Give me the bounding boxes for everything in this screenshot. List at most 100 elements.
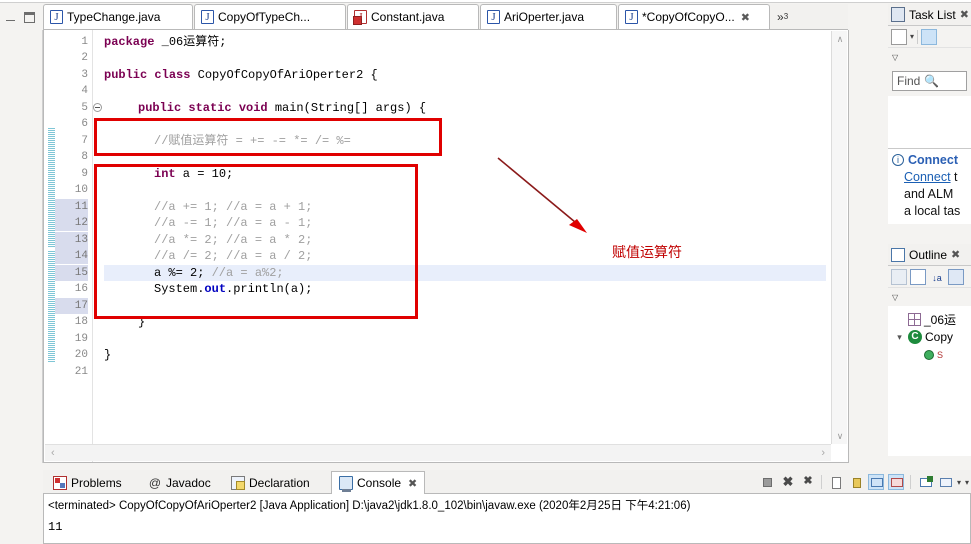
code-line-13: //a *= 2; //a = a * 2; [154, 232, 312, 248]
code-line-1: package _06运算符; [104, 34, 226, 50]
outline-panel: Outline ✖ ↓a ▽ _06运 ▾ C Copy S [888, 244, 971, 470]
outline-item-class[interactable]: ▾ C Copy [890, 328, 969, 346]
left-sidebar-strip [0, 30, 43, 463]
eclipse-window: TypeChange.java CopyOfTypeCh... Constant… [0, 0, 971, 544]
pin-console-icon[interactable] [917, 474, 933, 490]
new-task-icon[interactable] [891, 28, 907, 45]
task-list-toolbar: ▾ [888, 26, 971, 48]
code-folding-strip[interactable] [93, 30, 103, 462]
fold-collapse-icon[interactable] [93, 103, 102, 112]
editor-tab-label: Constant.java [371, 10, 445, 24]
chevron-down-icon[interactable]: ▾ [894, 332, 905, 343]
line-number: 17 [55, 298, 88, 314]
close-icon[interactable]: ✖ [960, 8, 969, 21]
console-icon [339, 476, 353, 492]
line-number: 2 [81, 52, 88, 64]
outline-toolbar: ↓a [888, 266, 971, 288]
remove-launch-icon[interactable]: ✖ [779, 474, 795, 490]
line-number: 14 [55, 248, 88, 264]
line-number: 10 [74, 184, 88, 196]
editor-tab-overflow-button[interactable]: » 3 [773, 4, 792, 29]
chevron-right-icon: » [777, 9, 784, 24]
editor-tab-copyofcopyofarioperter2[interactable]: *CopyOfCopyO... ✖ [618, 4, 770, 29]
outline-tree[interactable]: _06运 ▾ C Copy S [888, 306, 971, 456]
outline-item-method[interactable]: S [890, 346, 969, 364]
overflow-count: 3 [783, 12, 789, 21]
console-view: Problems @ Javadoc Declaration Console ✖… [43, 470, 971, 544]
clear-console-icon[interactable] [828, 474, 844, 490]
close-icon[interactable]: ✖ [408, 477, 417, 490]
connect-hint-line-2: and ALM [904, 187, 954, 201]
filter-icon[interactable] [948, 268, 964, 285]
close-icon[interactable]: ✖ [741, 11, 750, 24]
line-number: 15 [55, 265, 88, 281]
outline-item-package[interactable]: _06运 [890, 310, 969, 328]
console-output-area[interactable]: <terminated> CopyOfCopyOfAriOperter2 [Ja… [43, 494, 971, 544]
view-menu-icon[interactable]: ▽ [892, 53, 898, 62]
tab-console[interactable]: Console ✖ [331, 471, 426, 494]
java-file-error-icon [353, 10, 367, 25]
closing-brace-method: } [138, 315, 146, 329]
task-list-panel: Task List ✖ ▾ ▽ Find 🔍 i Connect Connect… [888, 4, 971, 244]
editor-tab-label: CopyOfTypeCh... [218, 10, 311, 24]
editor-tab-typechange[interactable]: TypeChange.java [43, 4, 193, 29]
close-icon[interactable]: ✖ [951, 248, 960, 261]
tab-declaration[interactable]: Declaration [223, 471, 318, 494]
task-find-input[interactable]: Find 🔍 [892, 71, 967, 91]
editor-vertical-scrollbar[interactable]: ∧ ∨ [831, 31, 847, 444]
comment-div-equals: //a /= 2; //a = a / 2; [154, 249, 313, 263]
search-tasks-icon[interactable] [940, 29, 956, 45]
connect-link[interactable]: Connect [904, 170, 951, 184]
show-console-on-output-icon[interactable] [867, 474, 884, 490]
editor-horizontal-scrollbar[interactable]: ‹ › [45, 444, 831, 461]
java-file-icon [487, 10, 500, 24]
scroll-left-icon[interactable]: ‹ [51, 447, 55, 459]
line-number: 19 [74, 333, 88, 345]
tab-javadoc[interactable]: @ Javadoc [140, 471, 219, 494]
editor-tab-arioperter[interactable]: AriOperter.java [480, 4, 617, 29]
code-line-16: System.out.println(a); [154, 281, 312, 297]
outline-tab[interactable]: Outline ✖ [888, 244, 971, 266]
maximize-icon-left[interactable] [24, 12, 35, 23]
chevron-down-icon[interactable]: ▾ [957, 478, 961, 487]
scroll-right-icon[interactable]: › [821, 447, 825, 459]
editor-tab-constant[interactable]: Constant.java [347, 4, 479, 29]
editor-tab-copyoftypechange[interactable]: CopyOfTypeCh... [194, 4, 346, 29]
show-console-on-error-icon[interactable] [887, 474, 904, 490]
restore-icon[interactable] [6, 15, 15, 21]
scroll-lock-icon[interactable] [848, 474, 864, 490]
code-line-5: public static void main(String[] args) { [138, 100, 426, 116]
code-text-area[interactable]: package _06运算符; public class CopyOfCopyO… [104, 30, 826, 462]
outline-item-label: S [937, 350, 944, 360]
collapse-all-icon[interactable] [910, 268, 926, 285]
code-line-14: //a /= 2; //a = a / 2; [154, 248, 312, 264]
scroll-down-icon[interactable]: ∨ [832, 428, 848, 444]
line-number: 21 [74, 366, 88, 378]
comment-minus-equals: //a -= 1; //a = a - 1; [154, 216, 313, 230]
code-editor[interactable]: 1 2 3 4 5 6 7 8 9 10 11 12 13 14 15 16 1… [43, 30, 849, 463]
display-selected-console-icon[interactable] [937, 474, 953, 490]
scroll-up-icon[interactable]: ∧ [832, 31, 848, 47]
code-line-15: a %= 2; //a = a%2; [154, 265, 284, 281]
comment-plus-equals: //a += 1; //a = a + 1; [154, 200, 313, 214]
code-line-12: //a -= 1; //a = a - 1; [154, 215, 312, 231]
keyword-package: package [104, 35, 155, 49]
main-signature: main(String[] args) { [267, 101, 427, 115]
code-line-11: //a += 1; //a = a + 1; [154, 199, 312, 215]
sort-az-icon[interactable]: ↓a [929, 269, 945, 285]
terminate-icon[interactable] [759, 474, 775, 490]
changed-lines-indicator [48, 127, 55, 247]
chevron-down-icon[interactable]: ▾ [910, 32, 914, 41]
task-list-empty-area[interactable] [888, 96, 971, 148]
editor-tab-label: *CopyOfCopyO... [642, 10, 735, 24]
remove-all-terminated-icon[interactable]: ✖ [799, 474, 815, 490]
view-menu-icon[interactable]: ▾ [965, 478, 969, 487]
search-icon[interactable]: 🔍 [924, 74, 939, 88]
sort-icon[interactable] [891, 268, 907, 285]
out-field-token: out [204, 282, 227, 296]
package-icon [908, 312, 921, 326]
task-list-tab[interactable]: Task List ✖ [888, 4, 971, 26]
categorize-icon[interactable] [921, 28, 938, 45]
tab-problems[interactable]: Problems [45, 471, 130, 494]
view-menu-icon[interactable]: ▽ [892, 293, 898, 302]
